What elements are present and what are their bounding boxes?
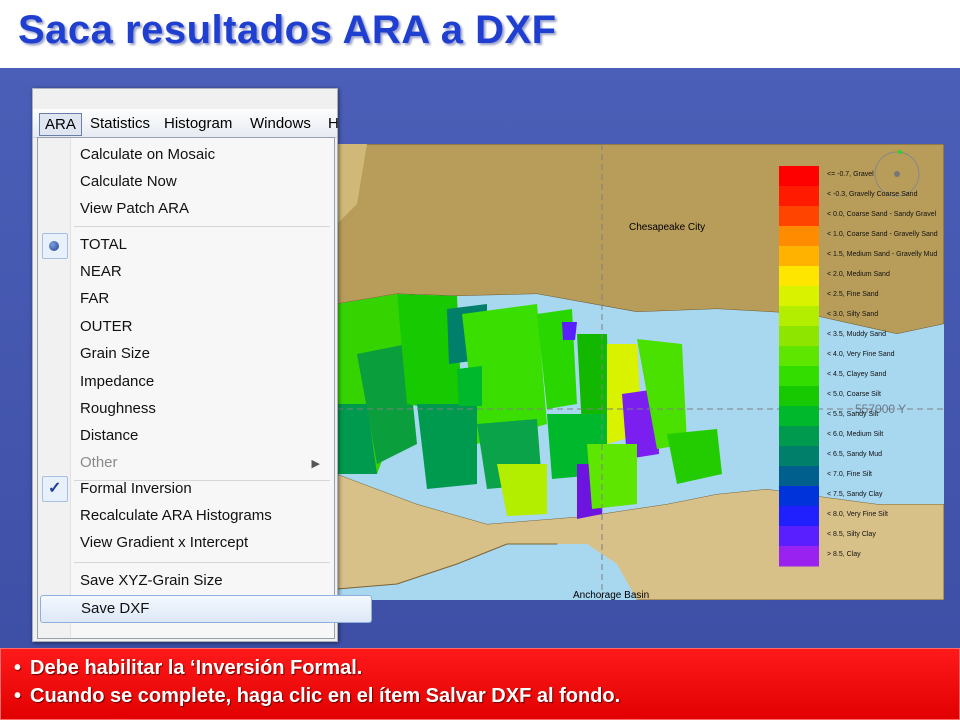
menu-item-calculate-on-mosaic[interactable]: Calculate on Mosaic: [70, 142, 342, 168]
menu-separator: [74, 226, 330, 227]
legend-swatch: [779, 526, 819, 547]
menu-help[interactable]: H: [323, 113, 344, 134]
bullet-item: • Cuando se complete, haga clic en el íte…: [14, 682, 960, 710]
legend-swatch: [779, 406, 819, 427]
legend-label: < 6.0, Medium Silt: [827, 431, 884, 438]
legend-label: < 5.0, Coarse Silt: [827, 391, 881, 398]
legend-label: < 4.0, Very Fine Sand: [827, 351, 895, 358]
menu-item-save-xyz-grain-size[interactable]: Save XYZ-Grain Size: [70, 568, 342, 594]
legend-swatch: [779, 466, 819, 487]
menu-item-view-gradient-x-intercept[interactable]: View Gradient x Intercept: [70, 530, 342, 556]
slide-title: Saca resultados ARA a DXF: [18, 8, 557, 52]
legend-swatch: [779, 266, 819, 287]
legend-label: < 8.5, Silty Clay: [827, 531, 876, 538]
legend-swatch: [779, 186, 819, 207]
ara-dropdown-menu: Calculate on Mosaic Calculate Now View P…: [37, 137, 372, 639]
menu-item-view-patch-ara[interactable]: View Patch ARA: [70, 196, 342, 222]
legend-label: < 1.0, Coarse Sand - Gravelly Sand: [827, 231, 938, 238]
legend-swatch: [779, 166, 819, 187]
legend-label: < 8.0, Very Fine Silt: [827, 511, 888, 518]
legend-label: < 0.0, Coarse Sand - Sandy Gravel: [827, 211, 937, 218]
legend-label: < 3.0, Silty Sand: [827, 311, 879, 318]
legend-swatch: [779, 206, 819, 227]
menu-item-far[interactable]: FAR: [70, 286, 342, 312]
menu-item-calculate-now[interactable]: Calculate Now: [70, 169, 342, 195]
legend-swatch: [779, 286, 819, 307]
basin-label: Anchorage Basin: [573, 590, 650, 600]
legend-swatch: [779, 386, 819, 407]
legend-label: < 2.0, Medium Sand: [827, 271, 890, 278]
legend-label: > 8.5, Clay: [827, 551, 861, 558]
legend-swatch: [779, 346, 819, 367]
legend-swatch: [779, 326, 819, 347]
legend-label: <= -0.7, Gravel: [827, 171, 874, 178]
bullet-text: Cuando se complete, haga clic en el ítem…: [30, 685, 621, 707]
menu-item-roughness[interactable]: Roughness: [70, 396, 342, 422]
menu-gutter: [38, 138, 71, 638]
sediment-map[interactable]: Chesapeake City Anchorage Basin 557000 Y…: [336, 144, 944, 600]
bullet-text: Debe habilitar la ‘Inversión Formal.: [30, 657, 363, 679]
legend-swatch: [779, 506, 819, 527]
menu-item-total[interactable]: TOTAL: [70, 232, 342, 258]
legend-swatch: [779, 306, 819, 327]
legend-label: < 5.5, Sandy Silt: [827, 411, 879, 418]
bullet-dot-icon: •: [14, 685, 22, 707]
legend-label: < 7.5, Sandy Clay: [827, 491, 883, 498]
menu-item-impedance[interactable]: Impedance: [70, 369, 342, 395]
legend-label: < 4.5, Clayey Sand: [827, 371, 887, 378]
city-label: Chesapeake City: [629, 222, 706, 233]
menu-ara[interactable]: ARA: [39, 113, 82, 136]
menu-item-near[interactable]: NEAR: [70, 259, 342, 285]
legend-swatch: [779, 426, 819, 447]
bullet-dot-icon: •: [14, 657, 22, 679]
menu-separator: [74, 562, 330, 563]
menu-item-distance[interactable]: Distance: [70, 423, 342, 449]
menu-histogram[interactable]: Histogram: [159, 113, 237, 134]
legend-swatch: [779, 446, 819, 467]
legend-label: < 2.5, Fine Sand: [827, 291, 879, 298]
menu-bar: ARA Statistics Histogram Windows H: [33, 109, 339, 138]
legend-swatch: [779, 246, 819, 267]
menu-windows[interactable]: Windows: [245, 113, 316, 134]
ara-window: ARA Statistics Histogram Windows H Calcu…: [32, 88, 372, 642]
legend-label: < 1.5, Medium Sand - Gravelly Mud: [827, 251, 938, 258]
submenu-arrow-icon: ▶: [311, 458, 320, 470]
menu-item-formal-inversion[interactable]: Formal Inversion: [70, 476, 342, 502]
radio-selected-icon: [49, 241, 59, 251]
legend-swatch: [779, 366, 819, 387]
legend-label: < -0.3, Gravelly Coarse Sand: [827, 191, 918, 198]
legend-swatch: [779, 486, 819, 507]
checkmark-icon: ✓: [48, 480, 62, 497]
menu-item-grain-size[interactable]: Grain Size: [70, 341, 342, 367]
menu-item-recalculate-ara-histograms[interactable]: Recalculate ARA Histograms: [70, 503, 342, 529]
legend-label: < 3.5, Muddy Sand: [827, 331, 886, 338]
menu-item-other: Other: [80, 454, 118, 471]
menu-statistics[interactable]: Statistics: [85, 113, 155, 134]
menu-item-save-dxf[interactable]: Save DXF: [40, 595, 372, 623]
legend-label: < 6.5, Sandy Mud: [827, 451, 883, 458]
bullet-item: • Debe habilitar la ‘Inversión Formal.: [14, 654, 960, 682]
legend-swatch: [779, 226, 819, 247]
menu-item-outer[interactable]: OUTER: [70, 314, 342, 340]
legend-label: < 7.0, Fine Silt: [827, 471, 872, 478]
legend-swatch: [779, 546, 819, 567]
instruction-bullets: • Debe habilitar la ‘Inversión Formal. • C…: [0, 648, 960, 720]
legend-swatches: [779, 166, 819, 567]
